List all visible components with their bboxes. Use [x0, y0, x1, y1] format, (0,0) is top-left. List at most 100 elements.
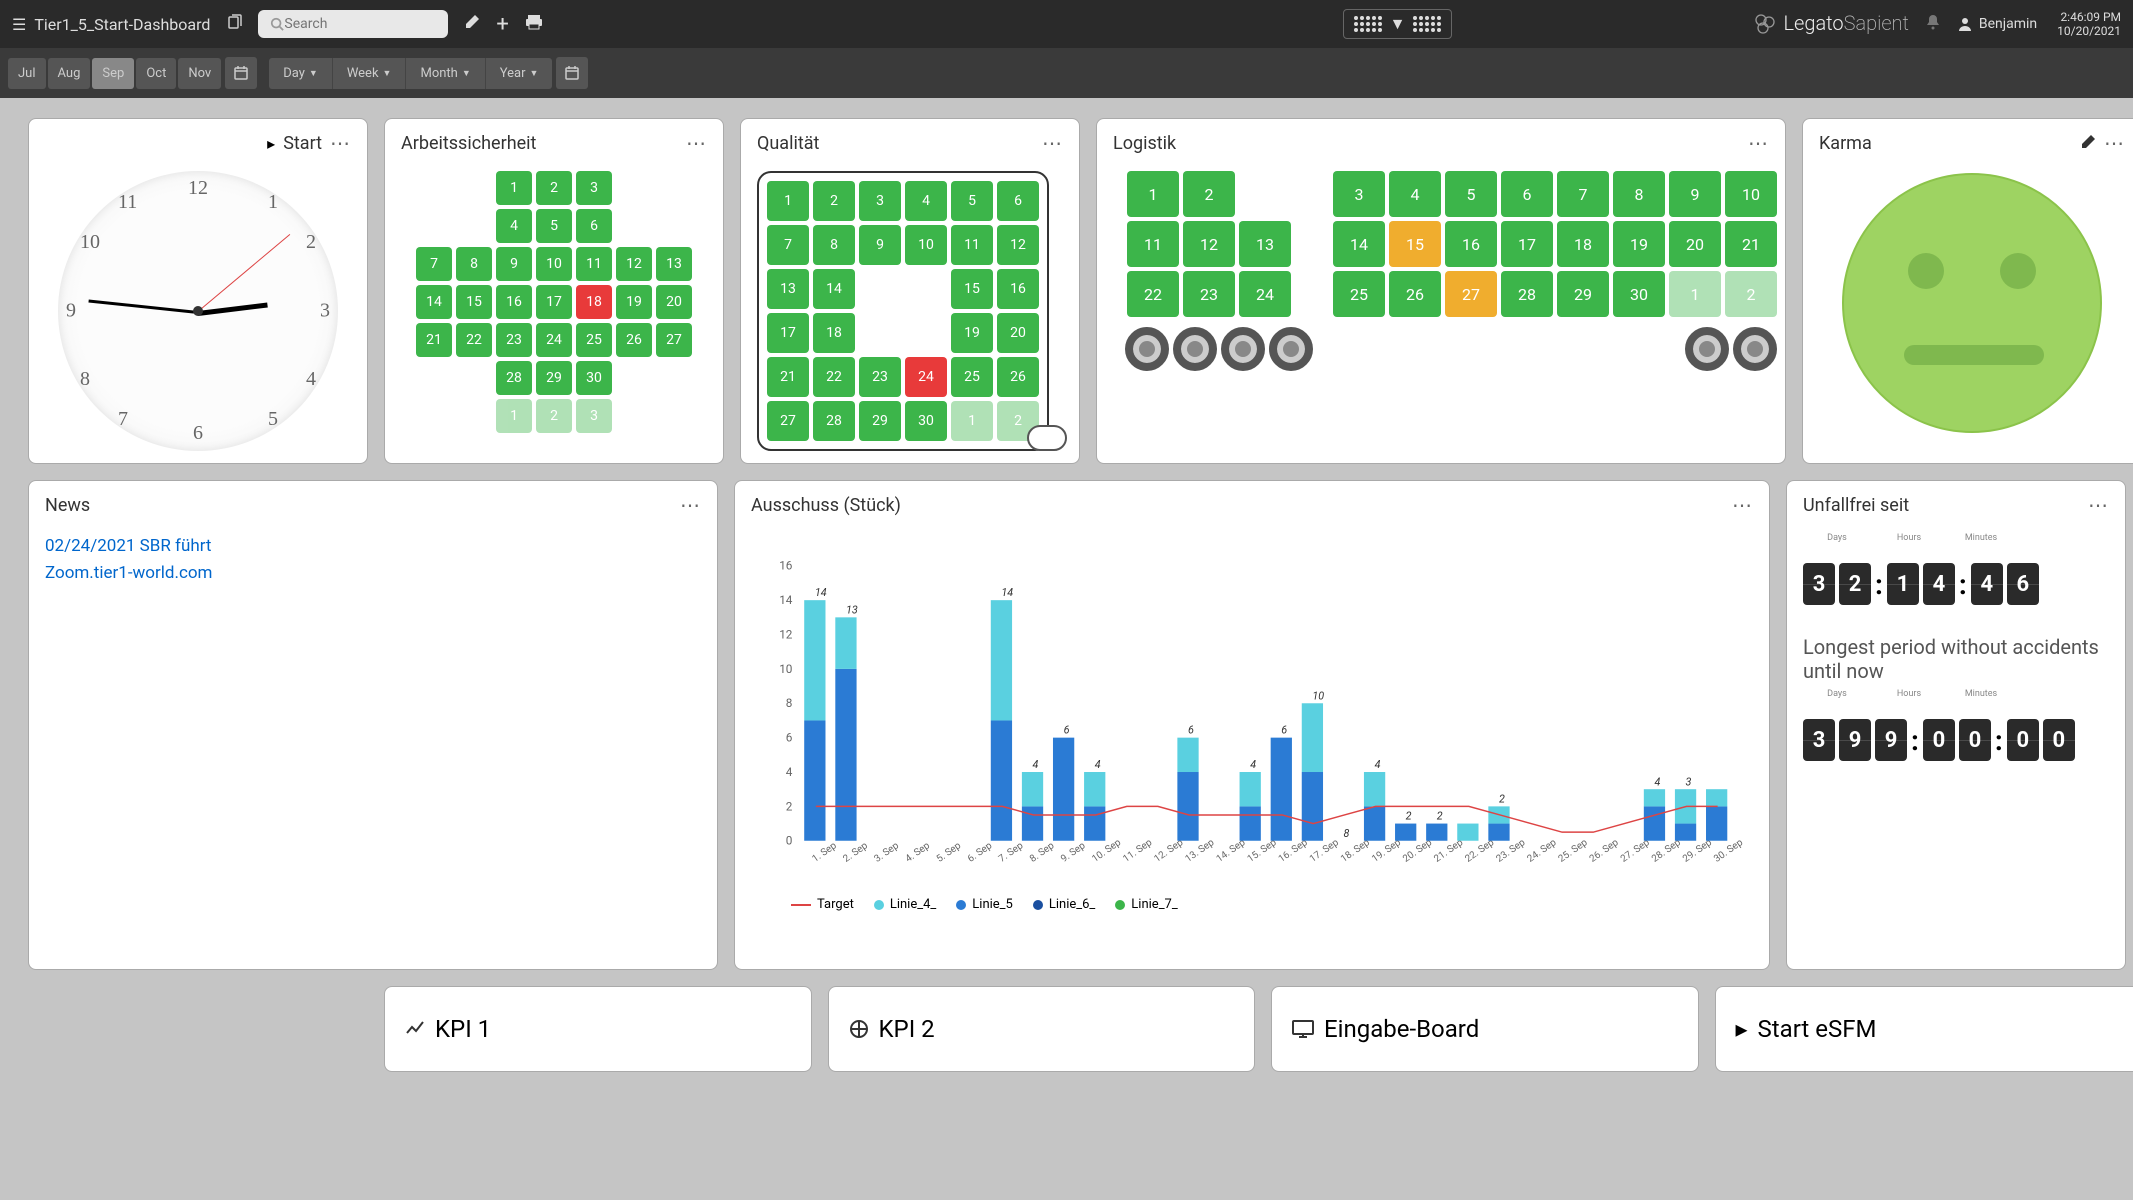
month-Sep[interactable]: Sep — [92, 58, 134, 89]
kpi1-button[interactable]: KPI 1 — [384, 986, 812, 1072]
search-input-wrapper[interactable] — [258, 10, 448, 38]
day-cell[interactable]: 14 — [416, 285, 452, 319]
day-cell[interactable]: 23 — [859, 357, 901, 397]
day-cell[interactable]: 10 — [536, 247, 572, 281]
qualitat-handle[interactable] — [1027, 425, 1067, 451]
day-cell[interactable]: 20 — [997, 313, 1039, 353]
day-cell[interactable]: 21 — [767, 357, 809, 397]
day-cell[interactable]: 4 — [1389, 171, 1441, 217]
day-cell[interactable]: 3 — [576, 171, 612, 205]
day-cell[interactable]: 25 — [1333, 271, 1385, 317]
range-Week[interactable]: Week ▼ — [333, 58, 407, 89]
day-cell[interactable]: 17 — [536, 285, 572, 319]
day-cell[interactable]: 28 — [1501, 271, 1553, 317]
kpi2-button[interactable]: KPI 2 — [828, 986, 1256, 1072]
menu-icon[interactable]: ☰ — [12, 15, 26, 34]
day-cell[interactable]: 9 — [859, 225, 901, 265]
day-cell[interactable]: 13 — [767, 269, 809, 309]
month-Oct[interactable]: Oct — [136, 58, 176, 89]
day-cell[interactable]: 18 — [1557, 221, 1609, 267]
day-cell[interactable]: 22 — [456, 323, 492, 357]
calendar-icon-2[interactable] — [556, 57, 588, 89]
day-cell[interactable]: 12 — [997, 225, 1039, 265]
day-cell[interactable]: 21 — [416, 323, 452, 357]
user-menu[interactable]: Benjamin — [1957, 16, 2037, 32]
day-cell[interactable]: 28 — [813, 401, 855, 441]
legend-item[interactable]: Target — [791, 897, 854, 912]
day-cell[interactable]: 23 — [496, 323, 532, 357]
day-cell[interactable]: 24 — [1239, 271, 1291, 317]
day-cell[interactable]: 1 — [767, 181, 809, 221]
more-icon[interactable]: ⋯ — [2088, 493, 2109, 517]
day-cell[interactable]: 2 — [1183, 171, 1235, 217]
day-cell[interactable]: 10 — [1725, 171, 1777, 217]
day-cell[interactable]: 22 — [1127, 271, 1179, 317]
day-cell[interactable]: 1 — [1127, 171, 1179, 217]
legend-item[interactable]: Linie_4_ — [874, 897, 936, 912]
legend-item[interactable]: Linie_6_ — [1033, 897, 1095, 912]
day-cell[interactable]: 5 — [1445, 171, 1497, 217]
day-cell[interactable]: 3 — [576, 399, 612, 433]
day-cell[interactable]: 27 — [656, 323, 692, 357]
day-cell[interactable]: 11 — [951, 225, 993, 265]
day-cell[interactable]: 5 — [536, 209, 572, 243]
day-cell[interactable]: 2 — [536, 399, 572, 433]
day-cell[interactable]: 9 — [1669, 171, 1721, 217]
day-cell[interactable]: 17 — [1501, 221, 1553, 267]
day-cell[interactable]: 7 — [1557, 171, 1609, 217]
day-cell[interactable]: 7 — [767, 225, 809, 265]
edit-icon[interactable] — [2080, 135, 2096, 154]
day-cell[interactable]: 12 — [616, 247, 652, 281]
day-cell[interactable]: 19 — [951, 313, 993, 353]
range-Year[interactable]: Year ▼ — [486, 58, 553, 89]
day-cell[interactable]: 4 — [905, 181, 947, 221]
day-cell[interactable]: 29 — [1557, 271, 1609, 317]
day-cell[interactable]: 27 — [1445, 271, 1497, 317]
day-cell[interactable]: 13 — [1239, 221, 1291, 267]
day-cell[interactable]: 20 — [656, 285, 692, 319]
day-cell[interactable]: 3 — [1333, 171, 1385, 217]
day-cell[interactable]: 8 — [456, 247, 492, 281]
more-icon[interactable]: ⋯ — [686, 131, 707, 155]
day-cell[interactable]: 25 — [951, 357, 993, 397]
edit-icon[interactable] — [464, 14, 480, 34]
esfm-button[interactable]: ▸Start eSFM — [1715, 986, 2133, 1072]
legend-item[interactable]: Linie_7_ — [1115, 897, 1177, 912]
month-Aug[interactable]: Aug — [48, 58, 91, 89]
day-cell[interactable]: 14 — [1333, 221, 1385, 267]
day-cell[interactable]: 13 — [656, 247, 692, 281]
day-cell[interactable]: 3 — [859, 181, 901, 221]
more-icon[interactable]: ⋯ — [2104, 131, 2125, 155]
day-cell[interactable]: 18 — [576, 285, 612, 319]
day-cell[interactable]: 6 — [1501, 171, 1553, 217]
add-icon[interactable]: + — [496, 12, 508, 37]
day-cell[interactable]: 30 — [576, 361, 612, 395]
range-Day[interactable]: Day ▼ — [269, 58, 333, 89]
more-icon[interactable]: ⋯ — [1748, 131, 1769, 155]
month-Nov[interactable]: Nov — [178, 58, 221, 89]
day-cell[interactable]: 5 — [951, 181, 993, 221]
more-icon[interactable]: ⋯ — [680, 493, 701, 517]
day-cell[interactable]: 11 — [576, 247, 612, 281]
day-cell[interactable]: 16 — [1445, 221, 1497, 267]
day-cell[interactable]: 16 — [997, 269, 1039, 309]
day-cell[interactable]: 10 — [905, 225, 947, 265]
day-cell[interactable]: 2 — [1725, 271, 1777, 317]
copy-icon[interactable] — [226, 14, 242, 34]
day-cell[interactable]: 15 — [456, 285, 492, 319]
search-input[interactable] — [284, 16, 436, 32]
day-cell[interactable]: 24 — [536, 323, 572, 357]
day-cell[interactable]: 8 — [1613, 171, 1665, 217]
day-cell[interactable]: 7 — [416, 247, 452, 281]
day-cell[interactable]: 15 — [951, 269, 993, 309]
day-cell[interactable]: 17 — [767, 313, 809, 353]
day-cell[interactable]: 9 — [496, 247, 532, 281]
more-icon[interactable]: ⋯ — [330, 131, 351, 155]
day-cell[interactable]: 25 — [576, 323, 612, 357]
day-cell[interactable]: 23 — [1183, 271, 1235, 317]
day-cell[interactable]: 30 — [905, 401, 947, 441]
day-cell[interactable]: 27 — [767, 401, 809, 441]
day-cell[interactable]: 8 — [813, 225, 855, 265]
day-cell[interactable]: 1 — [496, 399, 532, 433]
day-cell[interactable]: 16 — [496, 285, 532, 319]
